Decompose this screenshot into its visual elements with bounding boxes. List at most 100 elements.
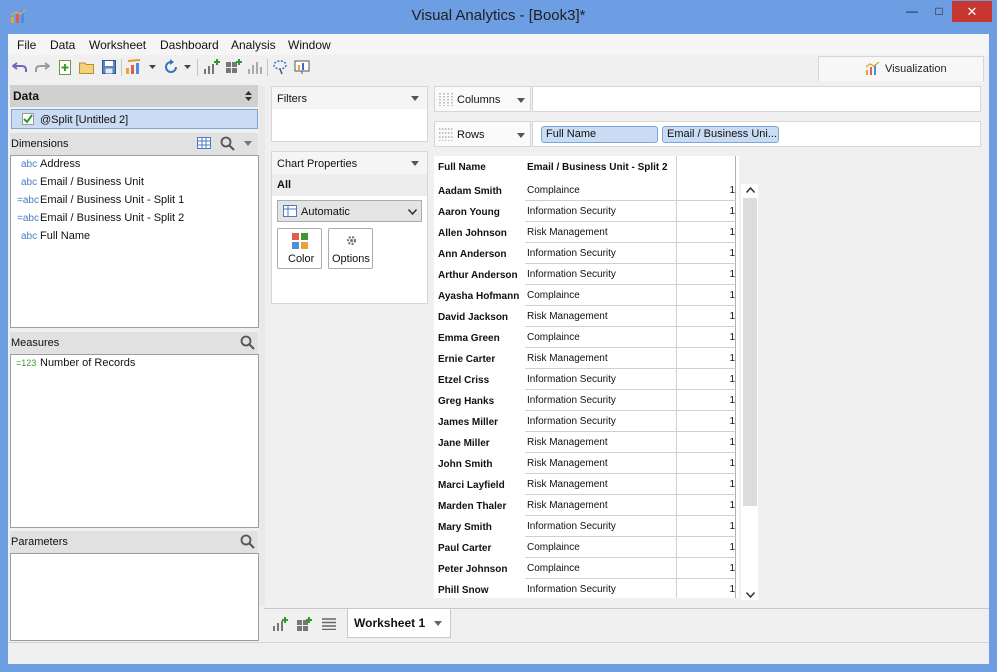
new-dashboard-icon[interactable] xyxy=(224,58,242,76)
minimize-button[interactable]: — xyxy=(898,1,926,22)
new-workbook-icon[interactable] xyxy=(56,58,74,76)
scroll-down-icon[interactable] xyxy=(746,592,755,598)
tab-visualization[interactable]: Visualization xyxy=(818,56,984,81)
columns-shelf[interactable] xyxy=(532,86,981,112)
redo-icon[interactable] xyxy=(33,58,51,76)
table-row[interactable]: David Jackson Risk Management 1 xyxy=(434,306,739,327)
color-button[interactable]: Color xyxy=(277,228,322,269)
dimension-item[interactable]: abc Address xyxy=(11,156,258,174)
options-button[interactable]: Options xyxy=(328,228,373,269)
tab-worksheet-1[interactable]: Worksheet 1 xyxy=(347,609,451,638)
open-folder-icon[interactable] xyxy=(78,58,96,76)
dimension-item[interactable]: =abc Email / Business Unit - Split 1 xyxy=(11,192,258,210)
columns-menu-chevron-icon[interactable] xyxy=(517,98,525,103)
filters-header: Filters xyxy=(272,87,427,109)
auto-chart-type-icon xyxy=(283,205,297,217)
columns-title: Columns xyxy=(457,94,501,106)
rows-pill-email-business-unit[interactable]: Email / Business Uni... xyxy=(662,126,779,143)
new-dashboard-icon[interactable] xyxy=(296,617,312,632)
new-worksheet-icon[interactable] xyxy=(202,58,220,76)
table-row[interactable]: John Smith Risk Management 1 xyxy=(434,453,739,474)
rows-menu-chevron-icon[interactable] xyxy=(517,133,525,138)
rows-pill-full-name[interactable]: Full Name xyxy=(541,126,658,143)
dimension-item[interactable]: abc Full Name xyxy=(11,228,258,246)
table-row[interactable]: Paul Carter Complaince 1 xyxy=(434,537,739,558)
undo-icon[interactable] xyxy=(11,58,29,76)
sort-updown-icon[interactable] xyxy=(245,91,252,101)
table-row[interactable]: Greg Hanks Information Security 1 xyxy=(434,390,739,411)
table-row[interactable]: Ayasha Hofmann Complaince 1 xyxy=(434,285,739,306)
table-row[interactable]: Jane Miller Risk Management 1 xyxy=(434,432,739,453)
data-source-item[interactable]: @Split [Untitled 2] xyxy=(11,109,258,129)
column-header-full-name[interactable]: Full Name xyxy=(438,162,486,173)
row-full-name: Etzel Criss xyxy=(438,375,490,386)
search-icon[interactable] xyxy=(220,136,235,151)
filters-menu-chevron-icon[interactable] xyxy=(411,96,419,101)
refresh-dropdown-icon[interactable] xyxy=(182,58,192,76)
row-record-count: 1 xyxy=(729,248,735,259)
scroll-up-icon[interactable] xyxy=(746,187,755,193)
save-icon[interactable] xyxy=(100,58,118,76)
tab-visualization-label: Visualization xyxy=(885,63,947,75)
row-record-count: 1 xyxy=(729,227,735,238)
dimensions-menu-chevron-icon[interactable] xyxy=(244,141,252,146)
sheet-tab-menu-chevron-icon[interactable] xyxy=(434,621,442,626)
rows-shelf-label[interactable]: Rows xyxy=(434,121,531,147)
menu-window[interactable]: Window xyxy=(288,38,331,52)
table-row[interactable]: Aadam Smith Complaince 1 xyxy=(434,180,739,201)
columns-shelf-label[interactable]: Columns xyxy=(434,86,531,112)
table-row[interactable]: Marci Layfield Risk Management 1 xyxy=(434,474,739,495)
row-business-unit: Information Security xyxy=(527,584,616,595)
table-cell-bg xyxy=(676,369,736,390)
table-row[interactable]: James Miller Information Security 1 xyxy=(434,411,739,432)
dimension-label: Full Name xyxy=(40,230,91,242)
lasso-select-icon[interactable] xyxy=(271,58,289,76)
table-row[interactable]: Allen Johnson Risk Management 1 xyxy=(434,222,739,243)
sheet-list-icon[interactable] xyxy=(322,618,336,630)
table-row[interactable]: Aaron Young Information Security 1 xyxy=(434,201,739,222)
row-full-name: Ayasha Hofmann xyxy=(438,291,520,302)
measure-item[interactable]: =123 Number of Records xyxy=(11,355,258,373)
table-view-icon[interactable] xyxy=(197,137,211,149)
close-button[interactable]: ✕ xyxy=(952,1,992,22)
table-row[interactable]: Mary Smith Information Security 1 xyxy=(434,516,739,537)
search-icon[interactable] xyxy=(240,534,255,549)
splitter[interactable] xyxy=(259,86,265,606)
column-header-business-unit[interactable]: Email / Business Unit - Split 2 xyxy=(527,162,668,173)
refresh-icon[interactable] xyxy=(162,58,180,76)
row-record-count: 1 xyxy=(729,290,735,301)
status-bar xyxy=(8,642,989,664)
table-row[interactable]: Ann Anderson Information Security 1 xyxy=(434,243,739,264)
row-business-unit: Information Security xyxy=(527,248,616,259)
chart-type-select[interactable]: Automatic xyxy=(277,200,422,222)
row-full-name: Jane Miller xyxy=(438,438,490,449)
search-icon[interactable] xyxy=(240,335,255,350)
dimension-item[interactable]: =abc Email / Business Unit - Split 2 xyxy=(11,210,258,228)
table-row[interactable]: Peter Johnson Complaince 1 xyxy=(434,558,739,579)
menu-dashboard[interactable]: Dashboard xyxy=(160,38,219,52)
menu-file[interactable]: File xyxy=(17,38,36,52)
table-row[interactable]: Emma Green Complaince 1 xyxy=(434,327,739,348)
table-row[interactable]: Arthur Anderson Information Security 1 xyxy=(434,264,739,285)
table-row[interactable]: Phill Snow Information Security 1 xyxy=(434,579,739,598)
row-business-unit: Complaince xyxy=(527,290,580,301)
dimension-item[interactable]: abc Email / Business Unit xyxy=(11,174,258,192)
table-row[interactable]: Marden Thaler Risk Management 1 xyxy=(434,495,739,516)
row-business-unit: Information Security xyxy=(527,374,616,385)
chevron-down-icon[interactable] xyxy=(147,58,157,76)
menu-data[interactable]: Data xyxy=(50,38,75,52)
maximize-button[interactable]: □ xyxy=(926,1,952,22)
minimize-icon: — xyxy=(906,4,918,18)
chart-grayed-icon[interactable] xyxy=(246,58,264,76)
scope-row[interactable]: All xyxy=(272,174,427,196)
menu-analysis[interactable]: Analysis xyxy=(231,38,276,52)
table-row[interactable]: Etzel Criss Information Security 1 xyxy=(434,369,739,390)
scrollbar-thumb[interactable] xyxy=(743,198,757,506)
chart-properties-menu-chevron-icon[interactable] xyxy=(411,161,419,166)
table-row[interactable]: Ernie Carter Risk Management 1 xyxy=(434,348,739,369)
new-worksheet-icon[interactable] xyxy=(272,617,288,632)
rows-shelf[interactable]: Full Name Email / Business Uni... xyxy=(532,121,981,147)
auto-chart-icon[interactable] xyxy=(124,58,142,76)
presentation-icon[interactable] xyxy=(293,58,311,76)
menu-worksheet[interactable]: Worksheet xyxy=(89,38,146,52)
